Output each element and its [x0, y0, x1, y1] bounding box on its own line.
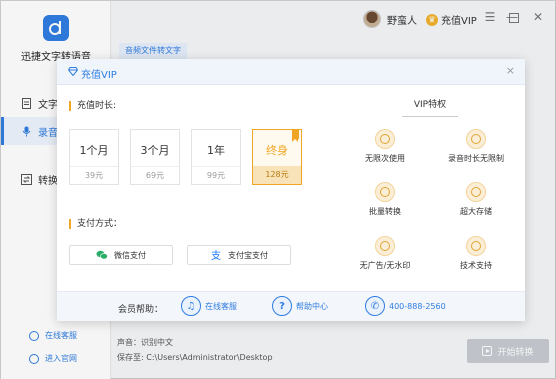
alipay-icon: 支	[210, 250, 222, 262]
help-item-label: 400-888-2560	[389, 301, 446, 311]
plan-name: 3个月	[140, 144, 170, 157]
payment-label: 微信支付	[114, 250, 146, 260]
plan-name: 1年	[207, 144, 225, 157]
feature-unlimited-recording: 录音时长无限制	[441, 129, 511, 164]
feature-no-ads: 无广告/无水印	[350, 236, 420, 271]
help-label: 会员帮助：	[118, 305, 164, 315]
question-icon: ?	[272, 296, 292, 316]
wechat-pay-button[interactable]: 微信支付	[69, 245, 173, 265]
feature-label: 批量转换	[369, 207, 401, 216]
plan-name: 终身	[266, 144, 288, 157]
help-phone[interactable]: ✆ 400-888-2560	[365, 296, 446, 316]
feature-batch-convert: 批量转换	[350, 182, 420, 217]
plan-3-months[interactable]: 3个月 69元	[130, 129, 180, 185]
bookmark-icon	[292, 130, 299, 142]
support-icon	[466, 236, 486, 256]
phone-icon: ✆	[365, 296, 385, 316]
help-online-service[interactable]: ♫ 在线客服	[181, 296, 237, 316]
plan-1-month[interactable]: 1个月 39元	[69, 129, 119, 185]
feature-unlimited-use: 无限次使用	[350, 129, 420, 164]
plan-price: 69元	[131, 166, 179, 184]
feature-label: 录音时长无限制	[448, 154, 504, 163]
feature-label: 无广告/无水印	[359, 261, 411, 270]
plan-lifetime[interactable]: 终身 128元	[252, 129, 302, 185]
feature-label: 超大存储	[460, 207, 492, 216]
duration-label: 充值时长:	[69, 101, 116, 111]
help-item-label: 在线客服	[205, 301, 237, 311]
alipay-button[interactable]: 支 支付宝支付	[187, 245, 291, 265]
clock-icon	[466, 129, 486, 149]
vip-recharge-dialog: 充值VIP × 充值时长: 1个月 39元 3个月 69元 1年 99元 终身 …	[57, 59, 525, 321]
headset-icon: ♫	[181, 296, 201, 316]
payment-label: 支付方式：	[69, 219, 122, 229]
feature-large-storage: 超大存储	[441, 182, 511, 217]
dialog-title: 充值VIP	[81, 70, 117, 81]
storage-icon	[466, 182, 486, 202]
wechat-icon	[96, 250, 108, 260]
help-item-label: 帮助中心	[296, 301, 328, 311]
dialog-header: 充值VIP ×	[57, 59, 525, 85]
infinity-icon	[375, 129, 395, 149]
feature-label: 无限次使用	[365, 154, 405, 163]
batch-icon	[375, 182, 395, 202]
help-center[interactable]: ? 帮助中心	[272, 296, 328, 316]
plan-price: 128元	[253, 166, 301, 184]
diamond-icon	[68, 67, 78, 76]
no-ads-icon	[375, 236, 395, 256]
vip-features-title: VIP特权	[402, 97, 458, 117]
app-window: 迅捷文字转语音 文字 录音 转换 在线客服 进入官网 野蛮人 ♛ 充值VIP ☰…	[0, 0, 556, 379]
svg-text:支: 支	[211, 250, 221, 260]
close-icon[interactable]: ×	[506, 64, 515, 77]
plan-1-year[interactable]: 1年 99元	[191, 129, 241, 185]
help-bar: 会员帮助： ♫ 在线客服 ? 帮助中心 ✆ 400-888-2560	[57, 291, 525, 321]
feature-tech-support: 技术支持	[441, 236, 511, 271]
plan-price: 99元	[192, 166, 240, 184]
plan-name: 1个月	[79, 144, 109, 157]
payment-label: 支付宝支付	[228, 250, 268, 260]
plan-price: 39元	[70, 166, 118, 184]
feature-label: 技术支持	[460, 261, 492, 270]
